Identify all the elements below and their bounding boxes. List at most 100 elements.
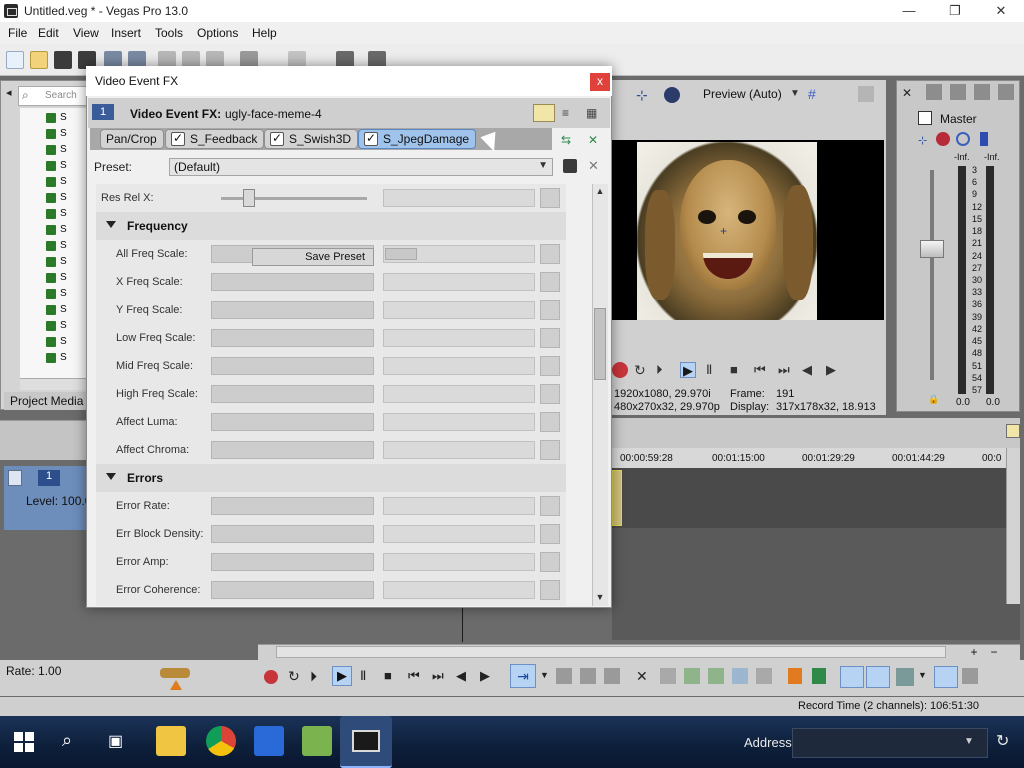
param-slider[interactable]	[211, 497, 374, 515]
param-keyframe-button[interactable]	[540, 244, 560, 264]
save-icon[interactable]	[54, 51, 72, 69]
minimize-button[interactable]: —	[886, 0, 932, 22]
tree-item-icon[interactable]: S	[46, 320, 80, 332]
menu-tools[interactable]: Tools	[155, 26, 183, 40]
track-collapse-icon[interactable]	[8, 470, 22, 486]
tree-item-icon[interactable]: S	[46, 288, 80, 300]
checkbox-icon[interactable]	[364, 131, 378, 146]
param-value-field[interactable]	[383, 553, 535, 571]
region-insert-icon[interactable]	[812, 668, 826, 684]
copy-snapshot-icon[interactable]	[858, 86, 874, 102]
close-panel-icon[interactable]: ✕	[902, 86, 912, 100]
timeline-vscroll[interactable]	[1006, 448, 1020, 604]
search-icon[interactable]: ⌕	[62, 730, 72, 751]
params-scroll-thumb[interactable]	[594, 308, 606, 380]
param-keyframe-button[interactable]	[540, 580, 560, 600]
menu-edit[interactable]: Edit	[38, 26, 59, 40]
master-fader-knob[interactable]	[920, 240, 944, 258]
preview-overlay-icon[interactable]	[664, 87, 680, 103]
close-window-button[interactable]: ✕	[978, 0, 1024, 22]
tree-item-icon[interactable]: S	[46, 192, 80, 204]
chevron-down-icon[interactable]: ▼	[540, 670, 549, 680]
param-keyframe-button[interactable]	[540, 356, 560, 376]
zoom-out-icon[interactable]: −	[988, 646, 1000, 658]
ignore-event-grouping-icon[interactable]	[962, 668, 978, 684]
maximize-button[interactable]: ❐	[932, 0, 978, 22]
delete-icon[interactable]: ✕	[636, 668, 648, 685]
preview-quality-dropdown[interactable]: Preview (Auto)	[703, 87, 782, 101]
auto-ripple-icon[interactable]	[840, 666, 864, 688]
param-slider[interactable]	[211, 329, 374, 347]
save-preset-icon[interactable]	[563, 159, 577, 173]
tree-item-icon[interactable]: S	[46, 336, 80, 348]
param-keyframe-button[interactable]	[540, 188, 560, 208]
timeline-track[interactable]	[612, 468, 1020, 528]
param-slider[interactable]	[211, 301, 374, 319]
go-to-start-icon[interactable]: ⏮	[754, 362, 770, 378]
param-slider[interactable]	[211, 413, 374, 431]
trim-end-icon[interactable]	[708, 668, 724, 684]
param-slider[interactable]	[211, 357, 374, 375]
param-keyframe-button[interactable]	[540, 272, 560, 292]
stop-icon[interactable]: ■	[730, 362, 746, 378]
param-keyframe-button[interactable]	[540, 496, 560, 516]
playhead[interactable]	[462, 604, 463, 642]
tree-item-icon[interactable]: S	[46, 240, 80, 252]
media-search-input[interactable]: ⌕ Search	[18, 86, 88, 106]
mute-icon[interactable]	[956, 132, 970, 146]
chevron-down-icon[interactable]: ▼	[964, 736, 974, 747]
record-icon[interactable]	[264, 670, 278, 684]
chrome-icon[interactable]	[206, 726, 236, 756]
video-event-clip[interactable]	[612, 470, 622, 526]
file-explorer-icon[interactable]	[156, 726, 186, 756]
param-value-field[interactable]	[383, 441, 535, 459]
fx-chain-view-icon[interactable]	[533, 104, 555, 122]
fx-grid-view-icon[interactable]: ▦	[586, 106, 602, 120]
open-folder-icon[interactable]	[30, 51, 48, 69]
rate-slider-icon[interactable]	[160, 668, 190, 678]
param-keyframe-button[interactable]	[540, 524, 560, 544]
tree-item-icon[interactable]: S	[46, 224, 80, 236]
tree-item-icon[interactable]: S	[46, 144, 80, 156]
param-slider[interactable]	[211, 581, 374, 599]
delete-preset-icon[interactable]: ✕	[588, 158, 599, 174]
param-slider[interactable]	[211, 525, 374, 543]
lock-icon[interactable]: 🔒	[928, 394, 939, 404]
plugin-chain-icon[interactable]: ⇆	[561, 133, 577, 147]
param-value-field[interactable]	[383, 385, 535, 403]
tree-item-icon[interactable]: S	[46, 352, 80, 364]
chevron-down-icon[interactable]: ▼	[918, 670, 927, 680]
param-value-field[interactable]	[383, 329, 535, 347]
stop-icon[interactable]: ■	[384, 668, 392, 683]
go-to-start-icon[interactable]: ⏮	[408, 668, 420, 684]
param-keyframe-button[interactable]	[540, 440, 560, 460]
task-view-icon[interactable]: ▣	[108, 731, 123, 751]
envelope-tool-icon[interactable]	[556, 668, 572, 684]
checkbox-icon[interactable]	[270, 131, 284, 146]
tree-item-icon[interactable]: S	[46, 272, 80, 284]
people-app-icon[interactable]	[302, 726, 332, 756]
chain-s-feedback[interactable]: S_Feedback	[165, 129, 265, 149]
project-media-tab[interactable]: Project Media	[4, 392, 90, 410]
loop-icon[interactable]: ↻	[634, 362, 650, 378]
track-level[interactable]: Level: 100.0	[26, 494, 91, 508]
param-value-field[interactable]	[383, 497, 535, 515]
dim-output-icon[interactable]	[974, 84, 990, 100]
solo-icon[interactable]	[980, 132, 988, 146]
next-frame-icon[interactable]: ▶	[826, 362, 842, 378]
marker-insert-icon[interactable]	[788, 668, 802, 684]
play-from-start-icon[interactable]: ⏵	[310, 668, 317, 685]
param-slider-knob[interactable]	[243, 189, 255, 207]
loop-icon[interactable]: ↻	[288, 668, 300, 685]
section-errors[interactable]: Errors	[96, 464, 566, 492]
menu-options[interactable]: Options	[197, 26, 238, 40]
lock-event-icon[interactable]	[756, 668, 772, 684]
param-slider[interactable]	[211, 385, 374, 403]
param-keyframe-button[interactable]	[540, 384, 560, 404]
lock-envelopes-icon[interactable]	[934, 666, 958, 688]
previous-frame-icon[interactable]: ◀	[802, 362, 818, 378]
preset-dropdown[interactable]: (Default) ▼	[169, 158, 553, 176]
param-value-field[interactable]	[383, 581, 535, 599]
previous-frame-icon[interactable]: ◀	[456, 668, 466, 684]
play-icon[interactable]: ▶	[332, 666, 352, 686]
